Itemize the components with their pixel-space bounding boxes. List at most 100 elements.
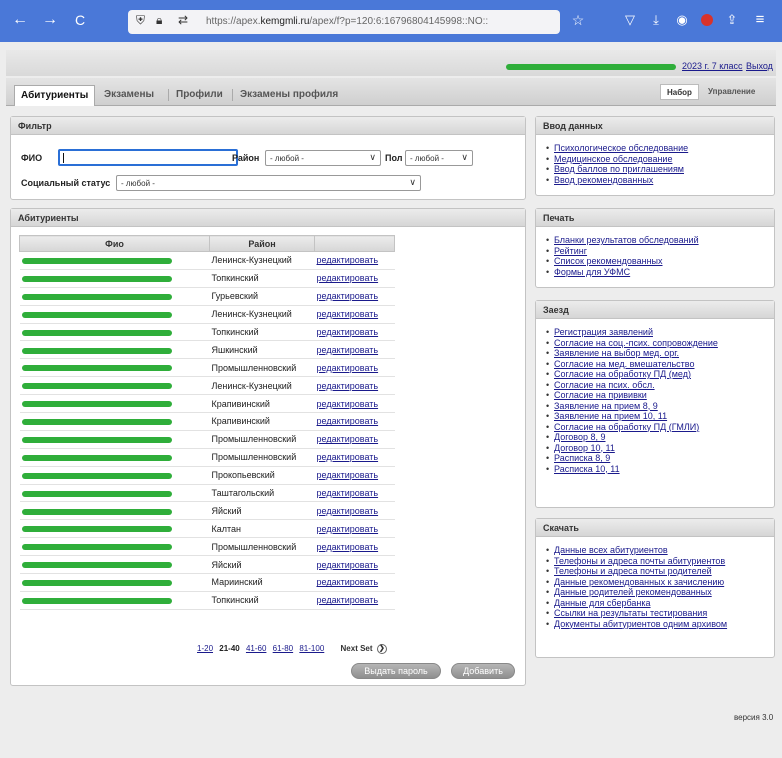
- edit-link[interactable]: редактировать: [317, 399, 379, 409]
- table-row: Промышленновский редактировать: [19, 430, 395, 449]
- fio-cell: [19, 466, 210, 485]
- tab-exams[interactable]: Экзамены: [98, 85, 160, 106]
- social-status-select[interactable]: - любой - ∨: [116, 175, 421, 191]
- address-bar[interactable]: ⛨ 🔒︎ ⇄ https://apex.kemgmli.ru/apex/f?p=…: [128, 10, 560, 34]
- panel-link-item[interactable]: Данные рекомендованных к зачислению: [544, 577, 727, 588]
- edit-link[interactable]: редактировать: [317, 595, 379, 605]
- forward-icon[interactable]: →: [40, 10, 60, 30]
- panel-link-item[interactable]: Договор 8, 9: [544, 432, 718, 443]
- panel-link-item[interactable]: Согласие на обработку ПД (мед): [544, 369, 718, 380]
- panel-link-item[interactable]: Согласие на псих. обсл.: [544, 380, 718, 391]
- page-link[interactable]: 61-80: [273, 644, 293, 653]
- edit-link[interactable]: редактировать: [317, 255, 379, 265]
- panel-link-item[interactable]: Согласие на соц.-псих. сопровождение: [544, 338, 718, 349]
- account-icon[interactable]: ◉: [672, 10, 692, 30]
- gender-select[interactable]: - любой - ∨: [405, 150, 473, 166]
- next-set-link[interactable]: Next Set ❯: [341, 644, 387, 654]
- edit-link[interactable]: редактировать: [317, 488, 379, 498]
- logout-link[interactable]: Выход: [746, 61, 773, 71]
- reload-icon[interactable]: C: [70, 10, 90, 30]
- district-select[interactable]: - любой - ∨: [265, 150, 381, 166]
- panel-link-label: Договор 10, 11: [554, 442, 615, 453]
- panel-link-label: Расписка 10, 11: [554, 463, 620, 474]
- panel-link-label: Согласие на обработку ПД (мед): [554, 369, 691, 379]
- pocket-icon[interactable]: ▽: [620, 10, 640, 30]
- extension-icon[interactable]: [697, 10, 717, 30]
- edit-link[interactable]: редактировать: [317, 363, 379, 373]
- tab-profiles[interactable]: Профили: [170, 85, 229, 106]
- page-link[interactable]: 41-60: [246, 644, 266, 653]
- edit-link[interactable]: редактировать: [317, 327, 379, 337]
- panel-link-label: Согласие на обработку ПД (ГМЛИ): [554, 421, 700, 432]
- bookmark-star-icon[interactable]: ☆: [568, 10, 588, 30]
- panel-link-item[interactable]: Данные всех абитуриентов: [544, 545, 727, 556]
- panel-link-item[interactable]: Расписка 10, 11: [544, 464, 718, 475]
- redacted-name: [21, 401, 172, 408]
- year-link[interactable]: 2023 г. 7 класс: [682, 61, 743, 71]
- edit-link[interactable]: редактировать: [317, 381, 379, 391]
- tab-profile-exams[interactable]: Экзамены профиля: [234, 85, 344, 106]
- reset-password-button[interactable]: Выдать пароль: [351, 663, 441, 679]
- panel-link-item[interactable]: Телефоны и адреса почты родителей: [544, 566, 727, 577]
- panel-link-item[interactable]: Согласие на обработку ПД (ГМЛИ): [544, 422, 718, 433]
- district-cell: Калтан: [209, 519, 315, 539]
- tab-applicants[interactable]: Абитуриенты: [14, 85, 96, 106]
- fio-cell: [19, 430, 210, 449]
- column-header-fio[interactable]: Фио: [19, 235, 210, 252]
- panel-link-item[interactable]: Договор 10, 11: [544, 443, 718, 454]
- panel-link-item[interactable]: Заявление на прием 10, 11: [544, 411, 718, 422]
- share-icon[interactable]: ⇪: [722, 10, 742, 30]
- district-cell: Прокопьевский: [209, 466, 315, 485]
- panel-link-item[interactable]: Данные для сбербанка: [544, 598, 727, 609]
- edit-link[interactable]: редактировать: [317, 506, 379, 516]
- edit-link[interactable]: редактировать: [317, 542, 379, 552]
- panel-link-item[interactable]: Психологическое обследование: [544, 143, 688, 154]
- edit-link[interactable]: редактировать: [317, 470, 379, 480]
- panel-link-item[interactable]: Ввод рекомендованных: [544, 175, 688, 186]
- mode-tab-enrollment[interactable]: Набор: [660, 84, 699, 100]
- edit-link[interactable]: редактировать: [317, 524, 379, 534]
- download-icon[interactable]: ⤓: [646, 10, 666, 30]
- table-row: Прокопьевский редактировать: [19, 466, 395, 485]
- table-row: Топкинский редактировать: [19, 591, 395, 610]
- edit-link[interactable]: редактировать: [317, 273, 379, 283]
- panel-link-item[interactable]: Бланки результатов обследований: [544, 235, 699, 246]
- redacted-name: [21, 258, 172, 265]
- district-cell: Яшкинский: [209, 340, 315, 360]
- column-header-district[interactable]: Район: [209, 235, 315, 252]
- tab-separator: [168, 89, 169, 101]
- mode-tab-management[interactable]: Управление: [702, 84, 761, 100]
- panel-link-label: Заявление на прием 10, 11: [554, 411, 668, 421]
- panel-link-item[interactable]: Заявление на выбор мед. орг.: [544, 348, 718, 359]
- panel-link-item[interactable]: Документы абитуриентов одним архивом: [544, 619, 727, 630]
- district-cell: Яйский: [209, 555, 315, 575]
- panel-link-item[interactable]: Регистрация заявлений: [544, 327, 718, 338]
- edit-link[interactable]: редактировать: [317, 416, 379, 426]
- panel-link-item[interactable]: Данные родителей рекомендованных: [544, 587, 727, 598]
- edit-link[interactable]: редактировать: [317, 560, 379, 570]
- edit-link[interactable]: редактировать: [317, 309, 379, 319]
- back-icon[interactable]: ←: [10, 10, 30, 30]
- menu-icon[interactable]: ≡: [750, 10, 770, 30]
- panel-link-item[interactable]: Медицинское обследование: [544, 154, 688, 165]
- panel-link-item[interactable]: Согласие на мед. вмешательство: [544, 359, 718, 370]
- fio-cell: [19, 484, 210, 503]
- edit-link[interactable]: редактировать: [317, 577, 379, 587]
- panel-link-item[interactable]: Список рекомендованных: [544, 256, 699, 267]
- panel-link-item[interactable]: Расписка 8, 9: [544, 453, 718, 464]
- page-link[interactable]: 81-100: [299, 644, 324, 653]
- panel-link-item[interactable]: Ссылки на результаты тестирования: [544, 608, 727, 619]
- edit-link[interactable]: редактировать: [317, 345, 379, 355]
- panel-link-item[interactable]: Формы для УФМС: [544, 267, 699, 278]
- edit-link[interactable]: редактировать: [317, 434, 379, 444]
- add-button[interactable]: Добавить: [451, 663, 515, 679]
- fio-input[interactable]: [58, 149, 238, 166]
- panel-link-item[interactable]: Согласие на прививки: [544, 390, 718, 401]
- page-link[interactable]: 1-20: [197, 644, 213, 653]
- edit-link[interactable]: редактировать: [317, 452, 379, 462]
- edit-link[interactable]: редактировать: [317, 291, 379, 301]
- panel-link-item[interactable]: Телефоны и адреса почты абитуриентов: [544, 556, 727, 567]
- panel-link-item[interactable]: Ввод баллов по приглашениям: [544, 164, 688, 175]
- panel-link-item[interactable]: Рейтинг: [544, 246, 699, 257]
- panel-link-item[interactable]: Заявление на прием 8, 9: [544, 401, 718, 412]
